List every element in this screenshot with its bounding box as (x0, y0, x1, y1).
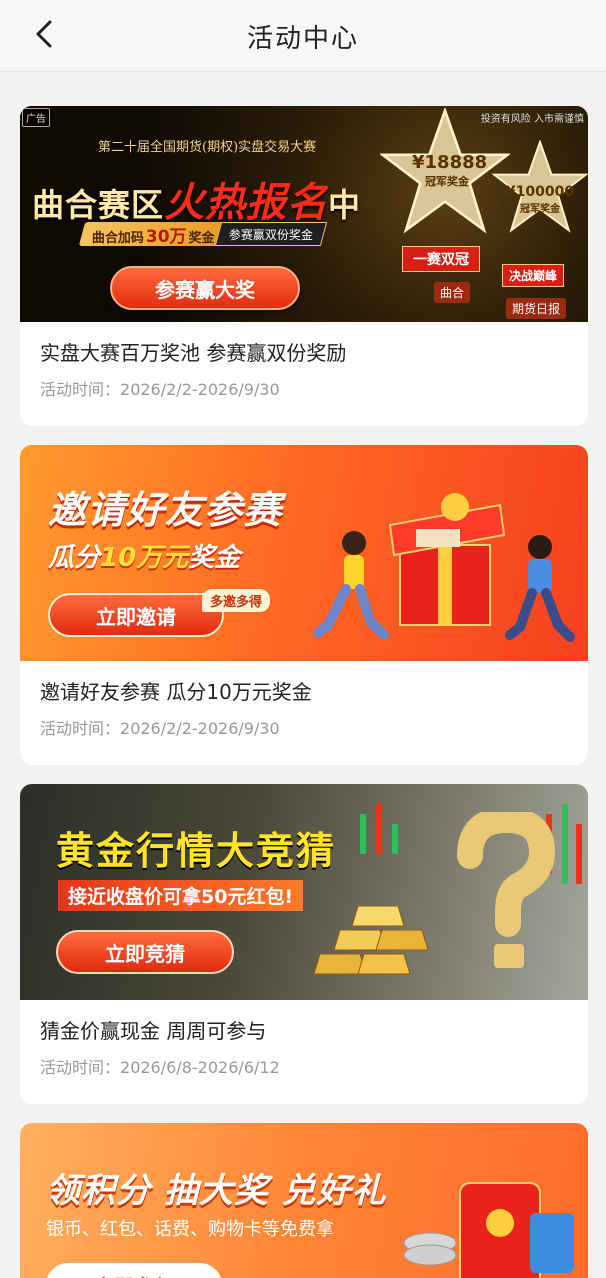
banner-subtitle: 第二十届全国期货(期权)实盘交易大赛 (98, 140, 317, 155)
activity-card-invite[interactable]: 邀请好友参赛 瓜分10万元奖金 立即邀请 多邀多得 邀请好友参赛 瓜分10万元奖… (20, 445, 588, 765)
activity-title: 实盘大赛百万奖池 参赛赢双份奖励 (40, 341, 347, 365)
prize1-amount: ¥18888 (412, 152, 488, 173)
activity-time: 活动时间：2026/2/2-2026/9/30 (40, 380, 280, 399)
activity-time: 活动时间：2026/6/8-2026/6/12 (40, 1058, 280, 1077)
prize2-label: 冠军奖金 (520, 204, 560, 215)
banner-subtitle: 银币、红包、话费、购物卡等免费拿 (46, 1219, 334, 1240)
activity-title: 邀请好友参赛 瓜分10万元奖金 (40, 680, 312, 704)
ribbon-final: 决战巅峰 (502, 264, 565, 287)
bonus-strip: 曲合加码 30万 奖金 (78, 222, 228, 247)
join-now-button[interactable]: 立即参与 (46, 1263, 222, 1278)
banner-contest[interactable]: 广告 投资有风险 入市需谨慎 第二十届全国期货(期权)实盘交易大赛 曲合赛区火热… (20, 106, 588, 322)
activity-card-contest[interactable]: 广告 投资有风险 入市需谨慎 第二十届全国期货(期权)实盘交易大赛 曲合赛区火热… (20, 106, 588, 426)
activity-title: 猜金价赢现金 周周可参与 (40, 1019, 267, 1043)
join-contest-button[interactable]: 参赛赢大奖 (110, 266, 300, 310)
activity-card-gold-guess[interactable]: 黄金行情大竞猜 接近收盘价可拿50元红包! 立即竞猜 猜金价赢现金 周周可参与 … (20, 784, 588, 1104)
activity-time: 活动时间：2026/2/2-2026/9/30 (40, 719, 280, 738)
guess-now-button[interactable]: 立即竞猜 (56, 930, 234, 974)
gift-box-icon (388, 493, 506, 626)
question-mark-icon (457, 812, 556, 968)
red-envelope-coins-icon (403, 1182, 574, 1278)
prize1-label: 冠军奖金 (425, 175, 469, 188)
banner-invite[interactable]: 邀请好友参赛 瓜分10万元奖金 立即邀请 多邀多得 (20, 445, 588, 661)
banner-headline: 曲合赛区火热报名中 (32, 180, 362, 226)
invite-more-badge: 多邀多得 (202, 589, 271, 612)
page-title: 活动中心 (246, 24, 359, 54)
banner-gold-guess[interactable]: 黄金行情大竞猜 接近收盘价可拿50元红包! 立即竞猜 (20, 784, 588, 1000)
banner-subtitle: 接近收盘价可拿50元红包! (58, 880, 304, 911)
banner-subtitle: 瓜分10万元奖金 (48, 543, 241, 573)
brand-label: 曲合 (434, 282, 471, 303)
gold-bars-icon (313, 905, 429, 975)
ad-tag: 广告 (22, 108, 50, 127)
banner-points[interactable]: 领积分 抽大奖 兑好礼 银币、红包、话费、购物卡等免费拿 立即参与 (20, 1123, 588, 1278)
banner-headline: 邀请好友参赛 (48, 488, 283, 532)
prize2-amount: ¥100000 (505, 184, 575, 200)
partner-label: 期货日报 (506, 298, 567, 319)
ribbon-double-champion: 一赛双冠 (402, 246, 480, 272)
double-prize-strip: 参赛赢双份奖金 (214, 222, 328, 246)
top-bar: 活动中心 (0, 0, 606, 72)
banner-headline: 领积分 抽大奖 兑好礼 (46, 1171, 387, 1211)
girl-character-icon (313, 531, 389, 640)
banner-headline: 黄金行情大竞猜 (56, 829, 337, 873)
activity-card-points[interactable]: 领积分 抽大奖 兑好礼 银币、红包、话费、购物卡等免费拿 立即参与 (20, 1123, 588, 1278)
invite-now-button[interactable]: 立即邀请 (48, 593, 224, 637)
boy-character-icon (505, 535, 575, 642)
